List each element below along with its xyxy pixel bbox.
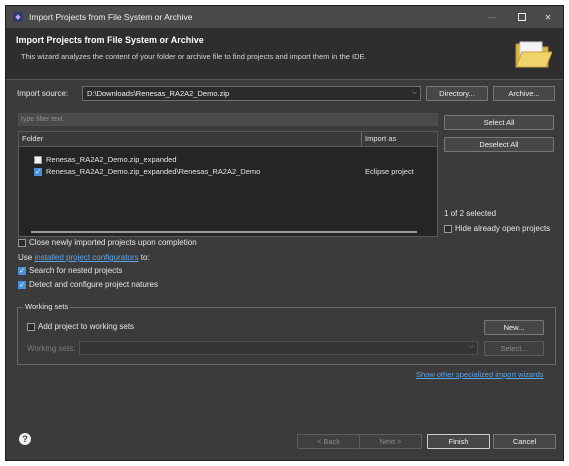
row-folder: Renesas_RA2A2_Demo.zip_expanded\Renesas_… <box>46 167 261 176</box>
add-working-sets-checkbox[interactable] <box>27 323 35 331</box>
row-import-as: Eclipse project <box>365 167 414 176</box>
wizard-banner: Import Projects from File System or Arch… <box>6 28 563 80</box>
chevron-down-icon[interactable]: ⌵ <box>469 343 474 351</box>
selection-count: 1 of 2 selected <box>444 209 497 218</box>
import-source-combo[interactable]: D:\Downloads\Renesas_RA2A2_Demo.zip ⌵ <box>82 86 421 101</box>
next-button[interactable]: Next > <box>359 434 422 449</box>
banner-title: Import Projects from File System or Arch… <box>16 35 204 45</box>
cancel-button[interactable]: Cancel <box>493 434 556 449</box>
projects-table: Folder Import as Renesas_RA2A2_Demo.zip_… <box>18 131 438 237</box>
working-sets-group: Working sets <box>17 302 556 365</box>
add-working-sets-label[interactable]: Add project to working sets <box>38 322 134 331</box>
help-icon[interactable]: ? <box>19 433 31 445</box>
close-button[interactable]: ✕ <box>533 6 563 28</box>
title-bar: ◆ Import Projects from File System or Ar… <box>6 6 563 28</box>
deselect-all-button[interactable]: Deselect All <box>444 137 554 152</box>
table-header: Folder Import as <box>19 132 437 147</box>
use-prefix: Use <box>18 253 33 262</box>
use-suffix: to: <box>140 253 150 262</box>
import-source-value: D:\Downloads\Renesas_RA2A2_Demo.zip <box>87 89 230 98</box>
back-button[interactable]: < Back <box>297 434 360 449</box>
detect-natures-label[interactable]: Detect and configure project natures <box>29 280 158 289</box>
column-folder[interactable]: Folder <box>22 134 43 143</box>
window-title: Import Projects from File System or Arch… <box>29 12 193 22</box>
table-row[interactable]: ✓ Renesas_RA2A2_Demo.zip_expanded\Renesa… <box>19 166 437 178</box>
column-import-as[interactable]: Import as <box>365 134 396 143</box>
row-folder: Renesas_RA2A2_Demo.zip_expanded <box>46 155 177 164</box>
chevron-down-icon[interactable]: ⌵ <box>412 89 417 97</box>
filter-input[interactable]: type filter text <box>18 113 438 126</box>
show-wizards-link[interactable]: Show other specialized import wizards <box>416 370 544 379</box>
table-row[interactable]: Renesas_RA2A2_Demo.zip_expanded <box>19 154 437 166</box>
row-checkbox[interactable] <box>34 156 42 164</box>
column-divider <box>361 132 362 147</box>
import-wizard-window: ◆ Import Projects from File System or Ar… <box>5 5 564 461</box>
archive-button[interactable]: Archive... <box>493 86 555 101</box>
horizontal-scrollbar[interactable] <box>31 231 417 233</box>
select-all-button[interactable]: Select All <box>444 115 554 130</box>
hide-open-checkbox[interactable] <box>444 225 452 233</box>
import-source-label: Import source: <box>17 89 69 98</box>
new-working-set-button[interactable]: New... <box>484 320 544 335</box>
detect-natures-checkbox[interactable]: ✓ <box>18 281 26 289</box>
select-working-sets-button[interactable]: Select... <box>484 341 544 356</box>
close-imported-checkbox[interactable] <box>18 239 26 247</box>
eclipse-icon: ◆ <box>13 12 23 22</box>
row-checkbox[interactable]: ✓ <box>34 168 42 176</box>
maximize-icon <box>518 13 526 21</box>
working-sets-title: Working sets <box>23 302 71 311</box>
working-sets-combo[interactable]: ⌵ <box>79 341 478 355</box>
close-imported-label[interactable]: Close newly imported projects upon compl… <box>29 238 197 247</box>
hide-open-label[interactable]: Hide already open projects <box>455 224 550 233</box>
finish-button[interactable]: Finish <box>427 434 490 449</box>
use-label: Use installed project configurators to: <box>18 253 150 262</box>
minimize-button[interactable]: — <box>477 6 507 28</box>
search-nested-label[interactable]: Search for nested projects <box>29 266 122 275</box>
banner-description: This wizard analyzes the content of your… <box>21 52 367 61</box>
working-sets-label: Working sets: <box>27 344 76 353</box>
folder-open-icon <box>515 41 552 68</box>
configurators-link[interactable]: installed project configurators <box>34 253 138 262</box>
directory-button[interactable]: Directory... <box>426 86 488 101</box>
search-nested-checkbox[interactable]: ✓ <box>18 267 26 275</box>
